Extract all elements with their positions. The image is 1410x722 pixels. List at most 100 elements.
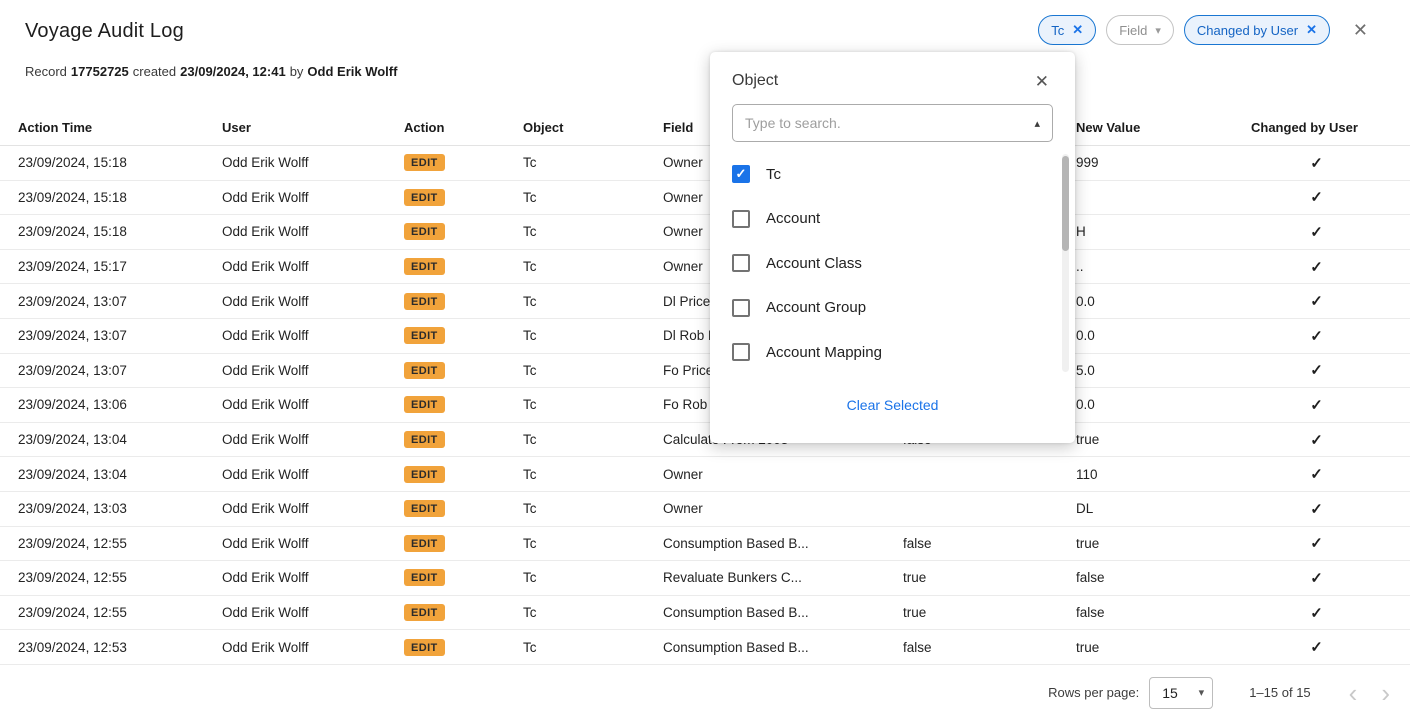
table-row: 23/09/2024, 12:53 Odd Erik Wolff EDIT Tc… <box>0 630 1410 665</box>
cell-changed-by-user: ✓ <box>1251 361 1410 379</box>
edit-badge: EDIT <box>404 604 445 621</box>
close-icon[interactable]: ✕ <box>1353 21 1368 39</box>
check-icon: ✓ <box>1310 534 1323 552</box>
cell-action-time: 23/09/2024, 13:03 <box>0 501 222 516</box>
cell-user: Odd Erik Wolff <box>222 155 404 170</box>
option-checkbox[interactable] <box>732 343 750 361</box>
edit-badge: EDIT <box>404 500 445 517</box>
table-row: 23/09/2024, 15:18 Odd Erik Wolff EDIT Tc… <box>0 181 1410 216</box>
search-input[interactable] <box>745 115 1034 131</box>
cell-action-time: 23/09/2024, 13:04 <box>0 432 222 447</box>
object-option[interactable]: ✓ Tc <box>710 152 1075 197</box>
edit-badge: EDIT <box>404 362 445 379</box>
table-row: 23/09/2024, 13:06 Odd Erik Wolff EDIT Tc… <box>0 388 1410 423</box>
cell-action: EDIT <box>404 223 523 240</box>
created-label: created <box>133 64 176 80</box>
popup-close-icon[interactable]: ✕ <box>1035 73 1049 90</box>
column-header-action: Action <box>404 120 523 135</box>
check-icon: ✓ <box>1310 465 1323 483</box>
table-row: 23/09/2024, 15:18 Odd Erik Wolff EDIT Tc… <box>0 146 1410 181</box>
clear-selected-link[interactable]: Clear Selected <box>847 397 939 413</box>
cell-new-value: 0.0 <box>1076 328 1251 343</box>
chip-label: Tc <box>1051 23 1064 38</box>
edit-badge: EDIT <box>404 535 445 552</box>
option-checkbox[interactable] <box>732 254 750 272</box>
object-option[interactable]: Account <box>710 197 1075 242</box>
cell-new-value: 5.0 <box>1076 363 1251 378</box>
check-icon: ✓ <box>1310 188 1323 206</box>
chevron-up-icon[interactable]: ▴ <box>1034 117 1040 130</box>
cell-field: Owner <box>663 467 903 482</box>
remove-filter-icon[interactable]: ✕ <box>1306 22 1317 38</box>
previous-page-icon[interactable]: ‹ <box>1349 680 1358 706</box>
option-checkbox[interactable] <box>732 210 750 228</box>
cell-field: Consumption Based B... <box>663 640 903 655</box>
cell-object: Tc <box>523 363 663 378</box>
cell-old-value: true <box>903 605 1076 620</box>
pager: ‹ › <box>1349 680 1390 706</box>
cell-action: EDIT <box>404 466 523 483</box>
cell-action: EDIT <box>404 327 523 344</box>
cell-old-value: false <box>903 536 1076 551</box>
check-icon: ✓ <box>1310 638 1323 656</box>
cell-action: EDIT <box>404 258 523 275</box>
scrollbar-thumb[interactable] <box>1062 156 1069 251</box>
cell-action-time: 23/09/2024, 12:55 <box>0 570 222 585</box>
column-header-changed-by-user: Changed by User <box>1251 120 1410 135</box>
check-icon: ✓ <box>1310 500 1323 518</box>
record-id: 17752725 <box>71 64 129 80</box>
edit-badge: EDIT <box>404 327 445 344</box>
cell-new-value: false <box>1076 605 1251 620</box>
created-at: 23/09/2024, 12:41 <box>180 64 286 80</box>
cell-object: Tc <box>523 640 663 655</box>
remove-filter-icon[interactable]: ✕ <box>1072 22 1083 38</box>
edit-badge: EDIT <box>404 258 445 275</box>
check-icon: ✓ <box>1310 258 1323 276</box>
cell-action-time: 23/09/2024, 13:07 <box>0 363 222 378</box>
chevron-down-icon: ▾ <box>1155 24 1161 37</box>
cell-action: EDIT <box>404 293 523 310</box>
scrollbar-track[interactable] <box>1062 154 1069 372</box>
column-header-action-time: Action Time <box>0 120 222 135</box>
cell-changed-by-user: ✓ <box>1251 500 1410 518</box>
pagination-range: 1–15 of 15 <box>1249 685 1310 700</box>
object-option[interactable]: Account Class <box>710 241 1075 286</box>
cell-action-time: 23/09/2024, 13:07 <box>0 294 222 309</box>
cell-new-value: true <box>1076 432 1251 447</box>
option-label: Tc <box>766 166 781 183</box>
table-row: 23/09/2024, 12:55 Odd Erik Wolff EDIT Tc… <box>0 527 1410 562</box>
option-checkbox[interactable]: ✓ <box>732 165 750 183</box>
filter-chip-tc[interactable]: Tc ✕ <box>1038 15 1096 45</box>
cell-object: Tc <box>523 397 663 412</box>
cell-old-value: false <box>903 640 1076 655</box>
cell-user: Odd Erik Wolff <box>222 605 404 620</box>
object-filter-popup: Object ✕ ▴ ✓ Tc Account Account Class Ac… <box>710 52 1075 443</box>
check-icon: ✓ <box>1310 292 1323 310</box>
object-option[interactable]: Account Group <box>710 286 1075 331</box>
cell-changed-by-user: ✓ <box>1251 292 1410 310</box>
cell-action-time: 23/09/2024, 15:18 <box>0 155 222 170</box>
object-option[interactable]: Account Mapping <box>710 330 1075 375</box>
option-checkbox[interactable] <box>732 299 750 317</box>
cell-action: EDIT <box>404 362 523 379</box>
popup-search-box[interactable]: ▴ <box>732 104 1053 142</box>
option-label: Account Mapping <box>766 344 882 361</box>
filter-chip-field[interactable]: Field ▾ <box>1106 15 1174 45</box>
cell-action: EDIT <box>404 535 523 552</box>
cell-user: Odd Erik Wolff <box>222 536 404 551</box>
cell-changed-by-user: ✓ <box>1251 638 1410 656</box>
filter-chip-changed-by-user[interactable]: Changed by User ✕ <box>1184 15 1330 45</box>
option-label: Account <box>766 210 820 227</box>
cell-user: Odd Erik Wolff <box>222 467 404 482</box>
cell-user: Odd Erik Wolff <box>222 570 404 585</box>
next-page-icon[interactable]: › <box>1381 680 1390 706</box>
edit-badge: EDIT <box>404 223 445 240</box>
table-row: 23/09/2024, 13:03 Odd Erik Wolff EDIT Tc… <box>0 492 1410 527</box>
rows-per-page-select[interactable]: 15 ▾ <box>1149 677 1213 709</box>
cell-object: Tc <box>523 501 663 516</box>
chip-label: Changed by User <box>1197 23 1298 38</box>
cell-new-value: true <box>1076 536 1251 551</box>
popup-header: Object ✕ <box>710 52 1075 104</box>
cell-old-value: true <box>903 570 1076 585</box>
cell-new-value: H <box>1076 224 1251 239</box>
